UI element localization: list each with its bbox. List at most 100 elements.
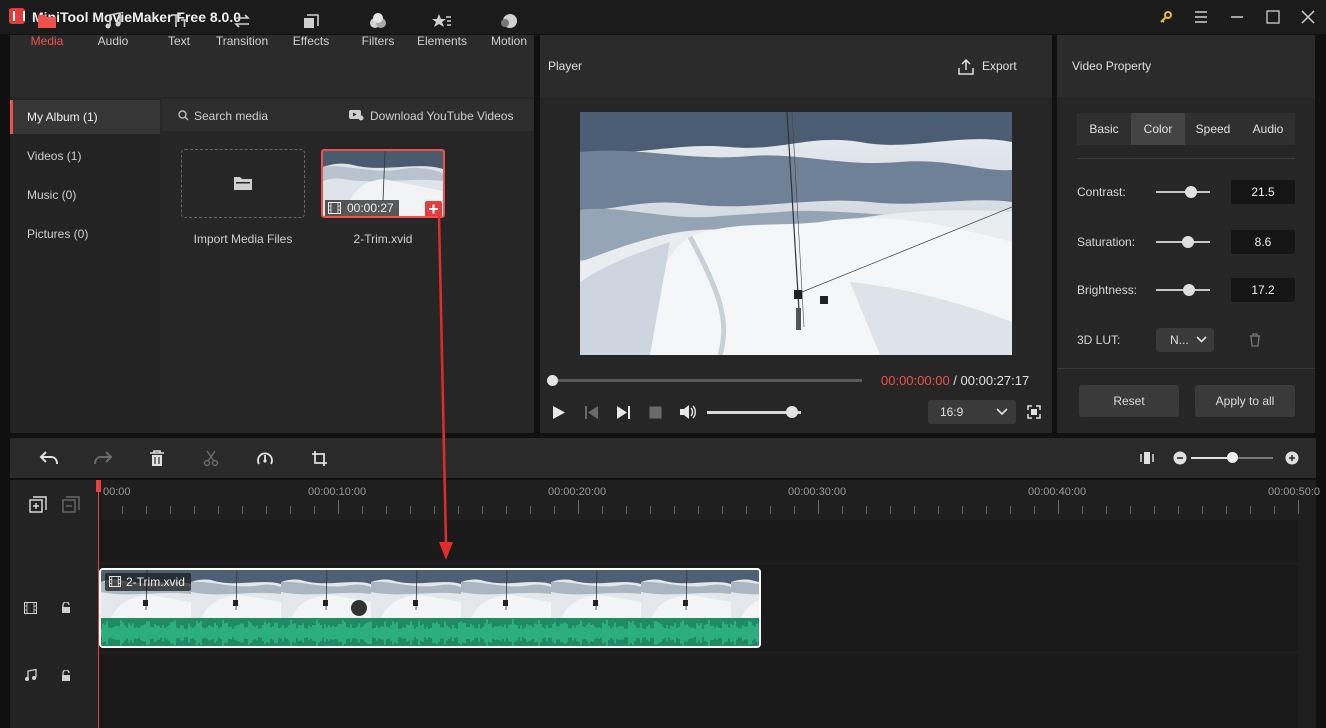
tab-audio[interactable]: Audio bbox=[84, 0, 142, 62]
timeline-video-clip[interactable]: 2-Trim.xvid bbox=[99, 568, 761, 648]
skip-forward-icon bbox=[617, 406, 630, 419]
sidebar-item-my-album[interactable]: My Album (1) bbox=[10, 100, 160, 134]
undo-button[interactable] bbox=[39, 450, 59, 469]
crop-icon bbox=[312, 451, 327, 466]
effects-icon bbox=[304, 14, 319, 28]
search-media-input[interactable]: Search media bbox=[194, 109, 268, 123]
property-title: Video Property bbox=[1072, 59, 1152, 73]
aspect-ratio-select[interactable]: 16:9 bbox=[928, 400, 1016, 424]
add-track-icon bbox=[29, 496, 47, 513]
redo-icon bbox=[94, 451, 113, 465]
time-separator: / bbox=[949, 373, 961, 388]
sidebar-item-pictures[interactable]: Pictures (0) bbox=[10, 217, 160, 251]
stop-button[interactable] bbox=[649, 406, 662, 422]
contrast-handle[interactable] bbox=[1185, 186, 1198, 198]
film-icon bbox=[328, 202, 341, 214]
tab-audio-property[interactable]: Audio bbox=[1241, 113, 1295, 145]
snap-button[interactable] bbox=[1139, 450, 1155, 469]
folder-icon bbox=[234, 177, 252, 190]
reset-button[interactable]: Reset bbox=[1079, 385, 1179, 417]
sidebar-item-videos[interactable]: Videos (1) bbox=[10, 139, 160, 173]
unlock-icon bbox=[62, 601, 70, 613]
fullscreen-button[interactable] bbox=[1027, 405, 1041, 422]
contrast-slider[interactable] bbox=[1156, 191, 1210, 193]
zoom-out-icon bbox=[1173, 451, 1187, 465]
waveform bbox=[101, 619, 759, 646]
transition-arrows-icon bbox=[234, 14, 250, 28]
zoom-out-button[interactable] bbox=[1173, 451, 1187, 468]
tab-transition[interactable]: Transition bbox=[210, 0, 274, 62]
redo-button[interactable] bbox=[93, 450, 113, 469]
tab-elements[interactable]: Elements bbox=[412, 0, 472, 62]
export-button[interactable]: Export bbox=[956, 56, 1020, 78]
filters-icon bbox=[370, 13, 386, 28]
close-icon[interactable] bbox=[1297, 7, 1319, 27]
next-frame-button[interactable] bbox=[616, 405, 631, 423]
add-track-button[interactable] bbox=[29, 496, 47, 517]
tab-media[interactable]: Media bbox=[18, 0, 76, 62]
saturation-value[interactable]: 8.6 bbox=[1231, 230, 1295, 254]
tab-filters[interactable]: Filters bbox=[350, 0, 406, 62]
elements-icon bbox=[432, 14, 451, 27]
delete-button[interactable] bbox=[149, 450, 165, 470]
undo-icon bbox=[39, 451, 58, 465]
tab-basic[interactable]: Basic bbox=[1077, 113, 1131, 145]
divider bbox=[1077, 158, 1295, 159]
zoom-slider-handle[interactable] bbox=[1226, 452, 1238, 463]
key-icon[interactable] bbox=[1155, 7, 1177, 27]
menu-icon[interactable] bbox=[1190, 7, 1212, 27]
youtube-download-icon bbox=[348, 109, 364, 124]
delete-lut-button[interactable] bbox=[1249, 333, 1261, 350]
empty-track-row bbox=[98, 520, 1298, 562]
time-display: 00:00:00:00 / 00:00:27:17 bbox=[881, 373, 1029, 388]
minimize-icon[interactable] bbox=[1226, 7, 1248, 27]
zoom-in-button[interactable] bbox=[1285, 451, 1299, 468]
lut-select[interactable]: N... bbox=[1156, 328, 1214, 352]
stop-icon bbox=[649, 406, 662, 419]
volume-handle[interactable] bbox=[785, 406, 798, 418]
chevron-down-icon bbox=[1196, 336, 1207, 343]
volume-button[interactable] bbox=[679, 404, 697, 423]
tab-speed[interactable]: Speed bbox=[1185, 113, 1241, 145]
crop-button[interactable] bbox=[311, 450, 328, 470]
ruler-label: 00:00:40:00 bbox=[1028, 486, 1087, 498]
apply-to-all-button[interactable]: Apply to all bbox=[1195, 385, 1295, 417]
speed-button[interactable] bbox=[256, 450, 274, 470]
tab-effects[interactable]: Effects bbox=[282, 0, 340, 62]
trash-icon bbox=[150, 450, 164, 466]
import-media-label: Import Media Files bbox=[193, 232, 293, 246]
speaker-icon bbox=[680, 405, 696, 419]
contrast-value[interactable]: 21.5 bbox=[1231, 180, 1295, 204]
ruler-label: 00:00:20:00 bbox=[548, 486, 607, 498]
download-youtube-button[interactable]: Download YouTube Videos bbox=[370, 109, 513, 123]
seek-bar[interactable] bbox=[552, 379, 862, 382]
motion-icon bbox=[501, 14, 517, 28]
media-folder-icon bbox=[38, 15, 56, 28]
brightness-label: Brightness: bbox=[1077, 283, 1138, 297]
previous-frame-button[interactable] bbox=[584, 405, 599, 423]
add-to-timeline-button[interactable] bbox=[425, 201, 442, 216]
sidebar-item-music[interactable]: Music (0) bbox=[10, 178, 160, 212]
skip-back-icon bbox=[585, 406, 598, 419]
plus-icon bbox=[429, 204, 438, 214]
film-icon bbox=[109, 576, 121, 587]
remove-track-button[interactable] bbox=[62, 496, 80, 517]
play-icon bbox=[553, 406, 565, 419]
annotation-arrow bbox=[437, 216, 453, 560]
video-preview bbox=[580, 112, 1012, 355]
play-button[interactable] bbox=[552, 405, 566, 423]
playhead[interactable] bbox=[98, 480, 99, 728]
brightness-value[interactable]: 17.2 bbox=[1231, 278, 1295, 302]
music-track-lock-button[interactable] bbox=[61, 669, 71, 685]
import-media-button[interactable] bbox=[181, 149, 305, 218]
tab-color[interactable]: Color bbox=[1131, 113, 1185, 145]
tab-motion[interactable]: Motion bbox=[482, 0, 536, 62]
maximize-icon[interactable] bbox=[1262, 7, 1284, 27]
clip-audio-waveform bbox=[101, 618, 759, 646]
tab-text[interactable]: Text bbox=[152, 0, 206, 62]
zoom-in-icon bbox=[1285, 451, 1299, 465]
split-button[interactable] bbox=[203, 450, 219, 470]
seek-handle[interactable] bbox=[546, 375, 558, 386]
media-clip-thumbnail[interactable]: 00:00:27 bbox=[321, 149, 445, 218]
video-track-lock-button[interactable] bbox=[61, 601, 71, 617]
